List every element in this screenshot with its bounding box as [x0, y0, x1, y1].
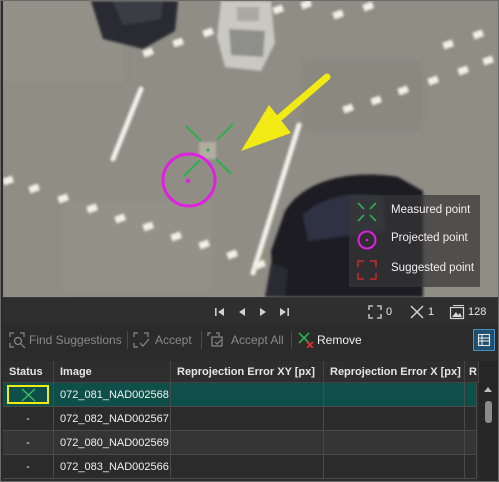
skip-last-icon [280, 308, 289, 316]
gcp-editor-panel: Measured point Projected point Suggested… [0, 0, 499, 482]
remove-point-icon [298, 332, 314, 348]
error-x-cell [324, 407, 465, 431]
previous-icon [239, 308, 245, 316]
measured-point-icon [410, 305, 424, 319]
legend-measured-label: Measured point [391, 204, 471, 216]
image-count: 128 [468, 306, 487, 318]
find-suggestions-button[interactable]: Find Suggestions [9, 331, 123, 349]
legend-suggested: Suggested point [349, 257, 480, 283]
table-row[interactable]: - 072_080_NAD002569 [3, 431, 477, 455]
column-header-reprojection-error-y[interactable]: R [465, 361, 479, 383]
image-cell: 072_080_NAD002569 [54, 431, 171, 455]
image-cell: 072_082_NAD002567 [54, 407, 171, 431]
status-highlight-box [7, 385, 49, 404]
table-row[interactable]: - 072_083_NAD002566 [3, 455, 477, 479]
error-xy-cell [171, 455, 324, 479]
table-row[interactable]: 072_081_NAD002568 [3, 383, 477, 407]
legend-projected-label: Projected point [391, 232, 468, 244]
next-icon [260, 308, 266, 316]
legend-suggested-label: Suggested point [391, 262, 475, 274]
image-stack-icon [449, 305, 465, 320]
table-view-toggle[interactable] [473, 329, 495, 351]
error-y-cell [465, 431, 477, 455]
table-row[interactable]: - 072_082_NAD002567 [3, 407, 477, 431]
projected-point-icon [357, 230, 377, 250]
measured-point-icon [357, 202, 377, 222]
error-x-cell [324, 431, 465, 455]
error-x-cell [324, 383, 465, 407]
column-header-reprojection-error-xy[interactable]: Reprojection Error XY [px] [171, 361, 324, 383]
last-image-button[interactable] [277, 305, 291, 319]
toolbar-separator [201, 331, 202, 349]
accept-icon [133, 332, 150, 348]
status-cell: - [3, 455, 54, 479]
image-measurements-table: Status Image Reprojection Error XY [px] … [3, 361, 498, 481]
next-image-button[interactable] [256, 305, 270, 319]
error-xy-cell [171, 383, 324, 407]
scrollbar-thumb[interactable] [485, 401, 492, 423]
gcp-toolbar: Find Suggestions Accept Accept All Remov… [3, 325, 498, 355]
column-header-status[interactable]: Status [3, 361, 54, 383]
table-view-icon [477, 333, 491, 347]
table-scrollbar[interactable] [479, 361, 498, 481]
accept-button[interactable]: Accept [133, 331, 195, 349]
error-x-cell [324, 455, 465, 479]
suggested-point-icon [357, 260, 377, 280]
error-xy-cell [171, 431, 324, 455]
accept-all-icon [207, 332, 223, 347]
status-cell [3, 383, 54, 407]
image-count-stat: 128 [449, 304, 495, 320]
status-cell: - [3, 407, 54, 431]
toolbar-separator [127, 331, 128, 349]
measured-count-stat: 1 [409, 304, 443, 320]
image-cell: 072_081_NAD002568 [54, 383, 171, 407]
find-suggestions-label: Find Suggestions [29, 333, 122, 347]
image-navigation-bar: 0 1 128 [3, 297, 498, 326]
accept-all-label: Accept All [231, 333, 284, 347]
point-legend: Measured point Projected point Suggested… [349, 195, 480, 287]
image-viewer[interactable]: Measured point Projected point Suggested… [3, 1, 498, 297]
column-header-reprojection-error-x[interactable]: Reprojection Error X [px] [324, 361, 465, 383]
error-y-cell [465, 455, 477, 479]
suggested-count-stat: 0 [367, 304, 401, 320]
error-y-cell [465, 383, 477, 407]
accept-all-button[interactable]: Accept All [207, 331, 287, 349]
error-y-cell [465, 407, 477, 431]
legend-measured: Measured point [349, 199, 480, 225]
legend-projected: Projected point [349, 227, 480, 253]
measured-count: 1 [428, 306, 435, 318]
toolbar-separator [291, 331, 292, 349]
scroll-up-icon[interactable] [484, 387, 492, 392]
remove-button[interactable]: Remove [297, 331, 367, 349]
suggested-count: 0 [386, 306, 393, 318]
column-header-image[interactable]: Image [54, 361, 171, 383]
error-xy-cell [171, 407, 324, 431]
skip-first-icon [215, 308, 224, 316]
find-suggestions-icon [9, 332, 26, 348]
accept-label: Accept [155, 333, 192, 347]
previous-image-button[interactable] [235, 305, 249, 319]
suggested-point-icon [368, 305, 382, 319]
image-cell: 072_083_NAD002566 [54, 455, 171, 479]
status-cell: - [3, 431, 54, 455]
remove-label: Remove [317, 333, 362, 347]
first-image-button[interactable] [213, 305, 227, 319]
